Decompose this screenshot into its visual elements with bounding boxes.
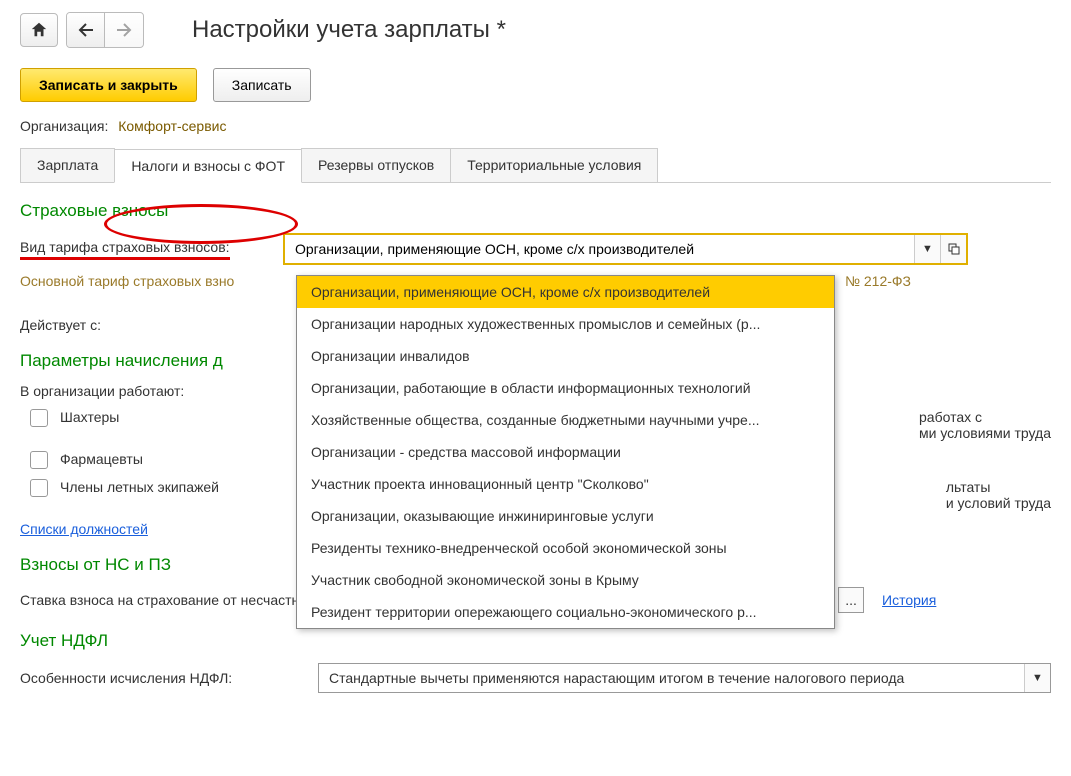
section-insurance-title: Страховые взносы — [20, 201, 1051, 221]
open-icon — [948, 243, 960, 255]
valid-from-label: Действует с: — [20, 317, 101, 333]
dropdown-option[interactable]: Участник свободной экономической зоны в … — [297, 564, 834, 596]
right-text-2a: льтаты — [946, 479, 991, 495]
tab-taxes-fot[interactable]: Налоги и взносы с ФОТ — [114, 149, 302, 183]
ndfl-dropdown-button[interactable]: ▼ — [1024, 664, 1050, 692]
right-text-1b: ми условиями труда — [919, 425, 1051, 441]
base-tariff-text-right: № 212-ФЗ — [845, 273, 911, 289]
ndfl-label: Особенности исчисления НДФЛ: — [20, 670, 310, 686]
checkbox-flight-crew-label: Члены летных экипажей — [60, 479, 219, 511]
arrow-right-icon — [116, 23, 132, 37]
save-button[interactable]: Записать — [213, 68, 311, 102]
ndfl-select[interactable]: Стандартные вычеты применяются нарастающ… — [318, 663, 1051, 693]
checkbox-miners-label: Шахтеры — [60, 409, 119, 441]
page-title: Настройки учета зарплаты * — [192, 16, 506, 44]
home-button[interactable] — [20, 13, 58, 47]
right-text-1a: работах с — [919, 409, 982, 425]
dropdown-option[interactable]: Организации, работающие в области информ… — [297, 372, 834, 404]
checkbox-flight-crew[interactable] — [30, 479, 48, 497]
tariff-label: Вид тарифа страховых взносов: — [20, 239, 230, 260]
base-tariff-text-left: Основной тариф страховых взно — [20, 273, 234, 289]
dropdown-option[interactable]: Хозяйственные общества, созданные бюджет… — [297, 404, 834, 436]
arrow-left-icon — [78, 23, 94, 37]
dropdown-option[interactable]: Организации - средства массовой информац… — [297, 436, 834, 468]
checkbox-pharmacists[interactable] — [30, 451, 48, 469]
ns-date-picker-button[interactable]: ... — [838, 587, 864, 613]
dropdown-option[interactable]: Организации народных художественных пром… — [297, 308, 834, 340]
tariff-dropdown-list[interactable]: Организации, применяющие ОСН, кроме с/х … — [296, 275, 835, 629]
checkbox-pharmacists-label: Фармацевты — [60, 451, 143, 469]
dropdown-option[interactable]: Резидент территории опережающего социаль… — [297, 596, 834, 628]
tariff-open-button[interactable] — [940, 235, 966, 263]
positions-link[interactable]: Списки должностей — [20, 521, 148, 537]
tab-salary[interactable]: Зарплата — [20, 148, 115, 182]
forward-button — [105, 13, 143, 47]
organization-label: Организация: — [20, 118, 108, 134]
dropdown-option[interactable]: Участник проекта инновационный центр "Ск… — [297, 468, 834, 500]
organization-value[interactable]: Комфорт-сервис — [118, 118, 226, 134]
save-close-button[interactable]: Записать и закрыть — [20, 68, 197, 102]
dropdown-option[interactable]: Организации инвалидов — [297, 340, 834, 372]
home-icon — [30, 21, 48, 39]
history-link[interactable]: История — [882, 592, 936, 608]
dropdown-option[interactable]: Резиденты технико-внедренческой особой э… — [297, 532, 834, 564]
back-button[interactable] — [67, 13, 105, 47]
tab-vacation-reserves[interactable]: Резервы отпусков — [301, 148, 451, 182]
tab-territorial[interactable]: Территориальные условия — [450, 148, 658, 182]
ndfl-value: Стандартные вычеты применяются нарастающ… — [319, 664, 1024, 692]
dropdown-option[interactable]: Организации, оказывающие инжиниринговые … — [297, 500, 834, 532]
tariff-input[interactable] — [285, 235, 914, 263]
section-ndfl-title: Учет НДФЛ — [20, 631, 1051, 651]
dropdown-option[interactable]: Организации, применяющие ОСН, кроме с/х … — [297, 276, 834, 308]
tariff-field[interactable]: ▼ — [283, 233, 968, 265]
checkbox-miners[interactable] — [30, 409, 48, 427]
tariff-dropdown-button[interactable]: ▼ — [914, 235, 940, 263]
right-text-2b: и условий труда — [946, 495, 1051, 511]
